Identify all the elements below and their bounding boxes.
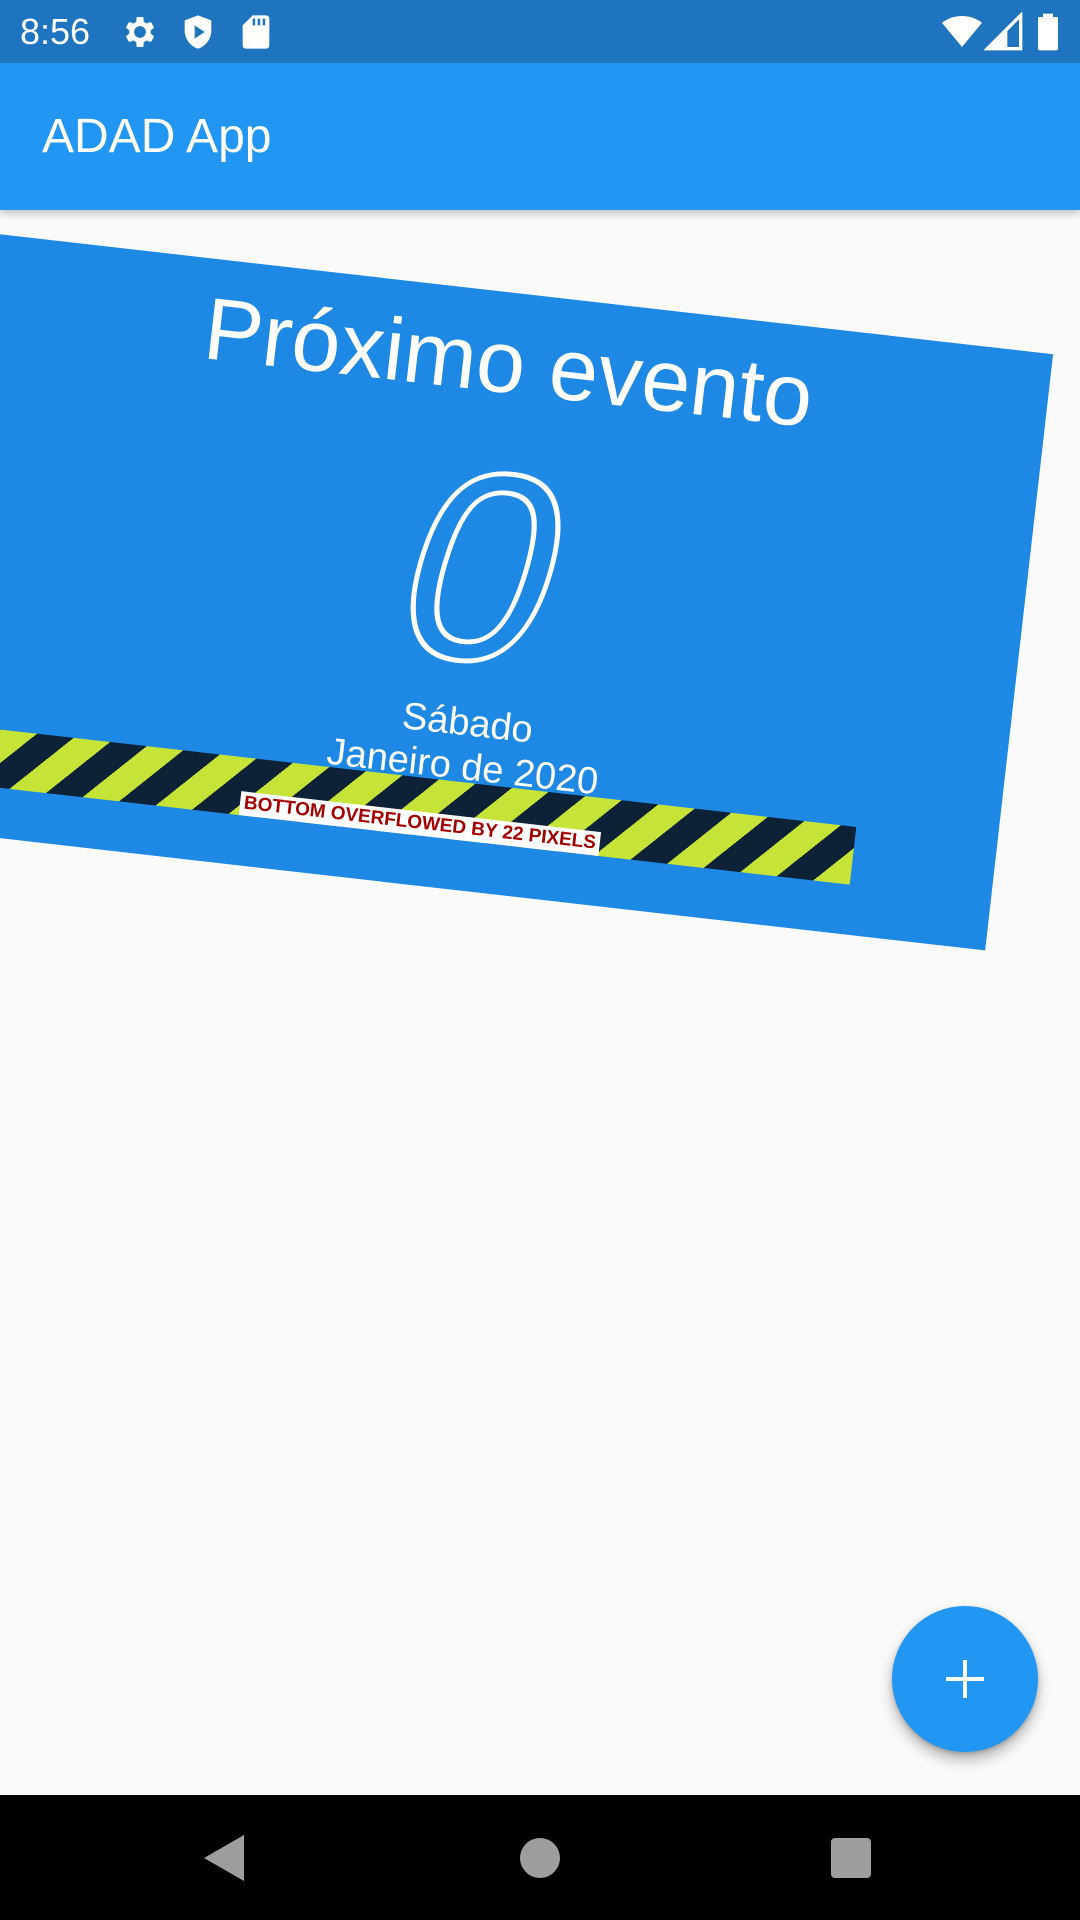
navigation-bar (0, 1795, 1080, 1920)
battery-icon (1038, 13, 1058, 51)
status-bar: 8:56 (0, 0, 1080, 63)
shield-play-icon (184, 15, 212, 49)
overflow-warning-label: BOTTOM OVERFLOWED BY 22 PIXELS (238, 791, 602, 857)
sd-card-icon (242, 15, 270, 49)
next-event-card[interactable]: Próximo evento 0 Sábado Janeiro de 2020 … (0, 232, 1054, 951)
screen: 8:56 ADAD App Próximo evento 0 Sábado Ja… (0, 0, 1080, 1920)
app-title: ADAD App (42, 110, 272, 163)
signal-icon (984, 12, 1023, 51)
recents-icon[interactable] (831, 1838, 871, 1878)
home-icon[interactable] (520, 1838, 560, 1878)
wifi-icon (942, 16, 982, 47)
status-time: 8:56 (20, 11, 91, 52)
gear-icon (125, 17, 155, 47)
back-icon[interactable] (204, 1835, 244, 1881)
app-bar: ADAD App (0, 63, 1080, 210)
add-event-button[interactable] (892, 1606, 1038, 1752)
